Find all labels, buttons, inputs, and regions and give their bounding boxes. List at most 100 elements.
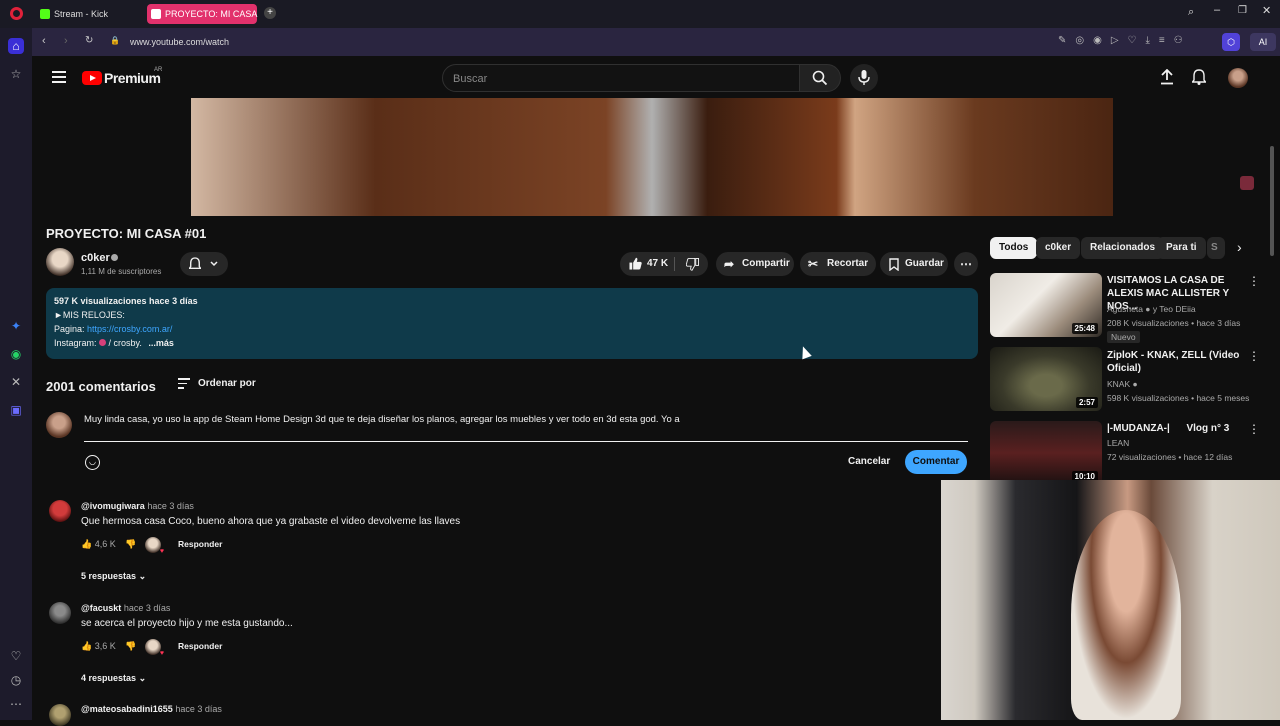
- clip-button[interactable]: ✂ Recortar: [800, 252, 876, 276]
- chip-para-ti[interactable]: Para ti: [1157, 237, 1206, 259]
- crosby-link[interactable]: https://crosby.com.ar/: [87, 324, 172, 334]
- voice-search-button[interactable]: [850, 64, 878, 92]
- thumbs-down-icon: [686, 258, 699, 271]
- video-title: PROYECTO: MI CASA #01: [46, 226, 207, 241]
- extension-icon[interactable]: ⬡: [1222, 33, 1240, 51]
- new-tab-button[interactable]: +: [264, 7, 276, 19]
- chip-overflow[interactable]: S: [1207, 237, 1225, 259]
- comment-author[interactable]: @mateosabadini1655 hace 3 días: [81, 704, 222, 714]
- replies-toggle[interactable]: 5 respuestas ⌄: [81, 571, 146, 582]
- reply-button[interactable]: Responder: [178, 641, 222, 651]
- chip-relacionados[interactable]: Relacionados: [1081, 237, 1165, 259]
- related-channel-name: Agusneta: [1107, 304, 1143, 314]
- like-button[interactable]: 47 K: [620, 252, 670, 276]
- comment-author[interactable]: @facuskt hace 3 días: [81, 603, 170, 613]
- related-thumbnail[interactable]: 10:10: [990, 421, 1102, 485]
- forward-icon[interactable]: ›: [64, 35, 68, 47]
- home-icon[interactable]: ⌂: [8, 38, 24, 54]
- history-icon[interactable]: ◷: [8, 672, 24, 688]
- tab-kick[interactable]: Stream - Kick Dashboard: [36, 4, 144, 39]
- youtube-icon: [151, 9, 161, 19]
- star-icon[interactable]: ☆: [8, 66, 24, 82]
- cancel-button[interactable]: Cancelar: [848, 456, 890, 467]
- related-title[interactable]: |-MUDANZA-| Vlog n° 3: [1107, 422, 1242, 435]
- x-icon[interactable]: ✕: [8, 374, 24, 390]
- messenger-icon[interactable]: ✦: [8, 318, 24, 334]
- related-more-icon[interactable]: ⋮: [1248, 274, 1260, 288]
- comment-like-count: 4,6 K: [94, 539, 116, 549]
- reload-icon[interactable]: ↻: [85, 35, 93, 46]
- opera-icon[interactable]: [10, 7, 23, 20]
- whatsapp-icon[interactable]: ◉: [8, 346, 24, 362]
- replies-toggle[interactable]: 4 respuestas ⌄: [81, 673, 146, 684]
- related-thumbnail[interactable]: 2:57: [990, 347, 1102, 411]
- share-button[interactable]: ➦ Compartir: [716, 252, 794, 276]
- channel-name[interactable]: c0ker: [81, 252, 110, 264]
- close-icon[interactable]: ✕: [1262, 4, 1271, 17]
- comment-handle: @facuskt: [81, 603, 122, 613]
- video-player[interactable]: [191, 98, 1113, 216]
- chevron-right-icon[interactable]: ›: [1237, 239, 1242, 255]
- maximize-icon[interactable]: ❐: [1238, 5, 1247, 16]
- verified-icon: ●: [1145, 304, 1151, 314]
- logo-text: Premium: [104, 70, 161, 86]
- related-more-icon[interactable]: ⋮: [1248, 422, 1260, 436]
- ai-button[interactable]: AI: [1250, 33, 1276, 51]
- back-icon[interactable]: ‹: [42, 35, 46, 47]
- comment-like-button[interactable]: 👍 4,6 K: [81, 539, 116, 550]
- cast-icon[interactable]: [1240, 176, 1254, 190]
- subscriber-count: 1,11 M de suscriptores: [81, 267, 162, 276]
- related-collab: y Teo DEiia: [1152, 304, 1196, 314]
- comment-dislike-button[interactable]: 👎: [125, 539, 136, 550]
- show-more-button[interactable]: ...más: [148, 338, 174, 348]
- related-more-icon[interactable]: ⋮: [1248, 349, 1260, 363]
- more-icon[interactable]: ⋯: [8, 696, 24, 712]
- sort-label: Ordenar por: [198, 378, 256, 389]
- search-tabs-icon[interactable]: ⌕: [1188, 6, 1194, 19]
- comment-handle: @ivomugiwara: [81, 501, 145, 511]
- comment-avatar[interactable]: [49, 602, 71, 624]
- heart-icon[interactable]: ♡: [8, 648, 24, 664]
- related-title[interactable]: ZiploK - KNAK, ZELL (Video Oficial): [1107, 349, 1242, 375]
- emoji-icon[interactable]: ◡: [85, 455, 100, 470]
- microphone-icon: [858, 70, 870, 85]
- notifications-icon[interactable]: [1191, 69, 1207, 90]
- comment-dislike-button[interactable]: 👎: [125, 641, 136, 652]
- bookmark-icon: [889, 258, 899, 271]
- url-field[interactable]: www.youtube.com/watch: [130, 37, 229, 47]
- comment-input[interactable]: Muy linda casa, yo uso la app de Steam H…: [84, 412, 968, 442]
- related-channel[interactable]: KNAK ●: [1107, 379, 1138, 389]
- comment-avatar[interactable]: [49, 500, 71, 522]
- scrollbar[interactable]: [1270, 146, 1274, 256]
- subscribe-bell-button[interactable]: [180, 252, 228, 276]
- chip-todos[interactable]: Todos: [990, 237, 1038, 259]
- comment-time: hace 3 días: [123, 603, 171, 613]
- comment-like-button[interactable]: 👍 3,6 K: [81, 641, 116, 652]
- minimize-icon[interactable]: –: [1214, 4, 1220, 16]
- comment-submit-button[interactable]: Comentar: [905, 450, 967, 474]
- toolbar-icons[interactable]: ✎◎◉▷♡⤓≡⚇: [1058, 35, 1192, 46]
- related-channel[interactable]: Agusneta ● y Teo DEiia: [1107, 304, 1196, 314]
- channel-avatar[interactable]: [46, 248, 74, 276]
- instagram-label: Instagram:: [54, 338, 100, 348]
- upload-icon[interactable]: [1160, 68, 1174, 90]
- kick-icon: [40, 9, 50, 19]
- instagram-handle[interactable]: / crosby.: [106, 338, 142, 348]
- save-button[interactable]: Guardar: [880, 252, 948, 276]
- dislike-button[interactable]: [678, 252, 708, 276]
- reply-button[interactable]: Responder: [178, 539, 222, 549]
- search-input[interactable]: Buscar: [442, 64, 800, 92]
- related-thumbnail[interactable]: 25:48: [990, 273, 1102, 337]
- menu-icon[interactable]: [52, 71, 66, 83]
- description-box[interactable]: 597 K visualizaciones hace 3 días ►MIS R…: [46, 288, 978, 359]
- search-button[interactable]: [799, 64, 841, 92]
- chip-c0ker[interactable]: c0ker: [1036, 237, 1081, 259]
- instagram-icon[interactable]: ▣: [8, 402, 24, 418]
- related-channel[interactable]: LEAN: [1107, 438, 1129, 448]
- tab-youtube[interactable]: PROYECTO: MI CASA #01: [147, 4, 257, 39]
- more-actions-button[interactable]: ⋯: [954, 252, 978, 276]
- browser-sidebar: ⌂ ☆ ✦ ◉ ✕ ▣ ♡ ◷ ⋯: [0, 28, 32, 720]
- comment-avatar[interactable]: [49, 704, 71, 726]
- comment-author[interactable]: @ivomugiwara hace 3 días: [81, 501, 194, 511]
- user-avatar[interactable]: [1228, 68, 1248, 88]
